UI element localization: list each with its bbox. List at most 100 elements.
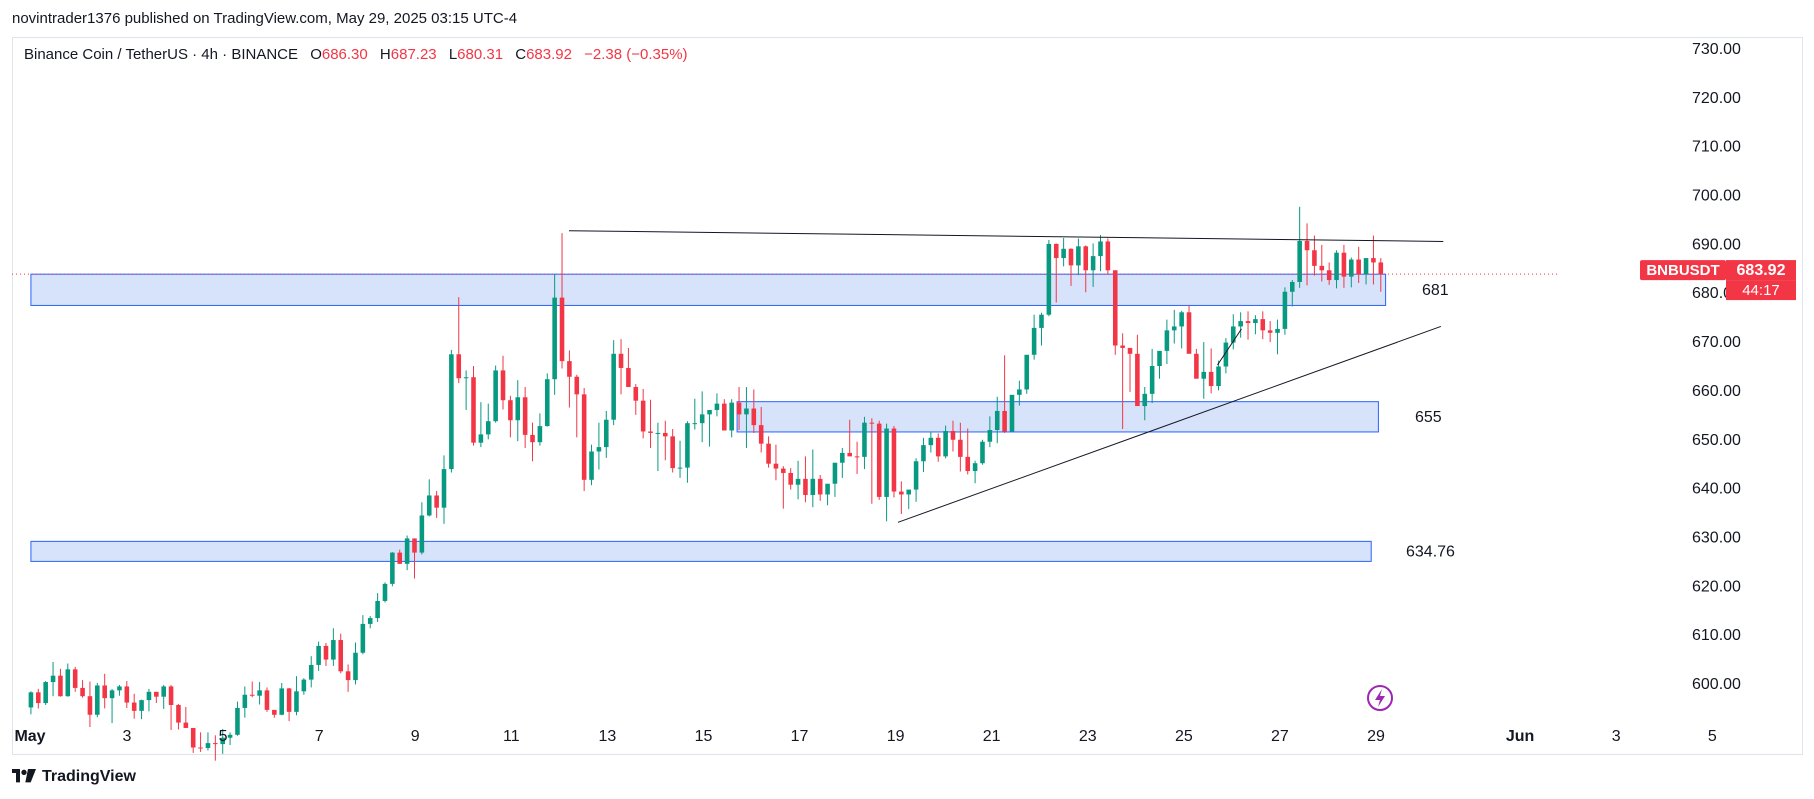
candle (419, 502, 425, 555)
candle (331, 628, 336, 666)
candle-body (515, 397, 521, 421)
candle (603, 410, 609, 458)
candle (788, 468, 793, 490)
candle (648, 399, 653, 449)
candle (1127, 347, 1133, 392)
brand-label: TradingView (42, 768, 136, 785)
candle (1009, 394, 1015, 432)
price-tick-label: 720.00 (1692, 90, 1741, 107)
candle (1245, 311, 1251, 340)
candle (530, 422, 535, 462)
time-tick-label: 7 (315, 728, 324, 745)
candle (434, 491, 439, 518)
candle (1046, 239, 1052, 317)
price-tick-label: 670.00 (1692, 334, 1741, 351)
candlestick-chart[interactable]: 681 655 634.76 730.00 720.00 710.00 700.00 690… (0, 0, 1814, 799)
candle-body (714, 403, 720, 410)
symbol-line[interactable]: Binance Coin / TetherUS · 4h · BINANCE (24, 46, 298, 63)
candle-body (1201, 371, 1207, 379)
candle-body (1017, 389, 1022, 395)
candle-body (426, 495, 432, 516)
candle-body (508, 400, 513, 421)
candle-body (294, 691, 299, 712)
candle-body (1179, 312, 1184, 327)
candle-body (213, 743, 218, 745)
candle-body (353, 652, 358, 681)
price-tick-label: 630.00 (1692, 529, 1741, 546)
price-tick-label: 710.00 (1692, 139, 1741, 156)
candle (87, 681, 93, 727)
candle (1061, 238, 1066, 267)
candle-body (1341, 252, 1347, 277)
candle (596, 422, 602, 470)
candle (493, 365, 498, 423)
candle-body (1319, 265, 1325, 271)
candle-body (1304, 240, 1310, 251)
candle (1171, 309, 1177, 344)
candle (249, 681, 255, 698)
candle-body (124, 686, 130, 703)
candle-body (633, 387, 639, 401)
candle-body (766, 443, 771, 464)
time-tick-label: Jun (1506, 728, 1534, 745)
candle (463, 370, 469, 410)
candle (308, 656, 314, 688)
candle (242, 686, 248, 718)
candle-body (43, 682, 48, 704)
candle-body (928, 437, 934, 446)
candle (817, 474, 823, 501)
candle (626, 347, 631, 388)
candle (707, 409, 712, 447)
candle-body (1238, 321, 1243, 327)
candle-body (817, 478, 823, 495)
candle-body (1112, 270, 1118, 346)
candle (102, 673, 107, 709)
candle (1076, 238, 1081, 276)
trendline-micro-trend (1217, 328, 1242, 366)
candle (478, 402, 484, 448)
candle-body (272, 709, 277, 715)
candle-body (603, 419, 609, 448)
candle-body (1186, 312, 1192, 354)
zone-label: 634.76 (1406, 543, 1455, 560)
candle-body (736, 402, 742, 415)
candle-body (1267, 330, 1273, 333)
candle-body (323, 645, 329, 660)
candle (485, 403, 491, 440)
candle (338, 633, 344, 674)
candle (1135, 334, 1140, 407)
candle-body (884, 428, 889, 497)
candle-body (589, 451, 594, 480)
time-tick-label: 29 (1367, 728, 1385, 745)
candle (1297, 206, 1302, 288)
candle-body (456, 354, 462, 379)
candle-body (1356, 259, 1361, 275)
candle-body (744, 408, 749, 415)
candle-body (1039, 314, 1044, 328)
candle (390, 552, 395, 587)
candle (1105, 238, 1111, 275)
candle-body (943, 430, 948, 457)
candle (1112, 270, 1118, 355)
close-label: C (515, 46, 527, 63)
candle-body (574, 376, 580, 395)
candle-body (404, 538, 410, 564)
candle (722, 399, 727, 431)
candle-body (168, 686, 174, 706)
time-tick-label: 21 (983, 728, 1001, 745)
candle-body (190, 727, 196, 748)
time-tick-label: 3 (1612, 728, 1621, 745)
tradingview-logo[interactable]: TradingView (12, 768, 136, 786)
candle-body (1076, 246, 1081, 266)
candle (109, 688, 115, 724)
flash-icon[interactable] (1367, 685, 1393, 711)
candle-body (397, 552, 403, 564)
candle (899, 481, 904, 515)
candle-body (707, 409, 712, 415)
candle-body (478, 434, 484, 443)
candle-body (131, 702, 137, 711)
price-tick-label: 610.00 (1692, 627, 1741, 644)
candle-body (485, 421, 491, 435)
price-tick-label: 640.00 (1692, 481, 1741, 498)
candle-body (500, 370, 506, 401)
